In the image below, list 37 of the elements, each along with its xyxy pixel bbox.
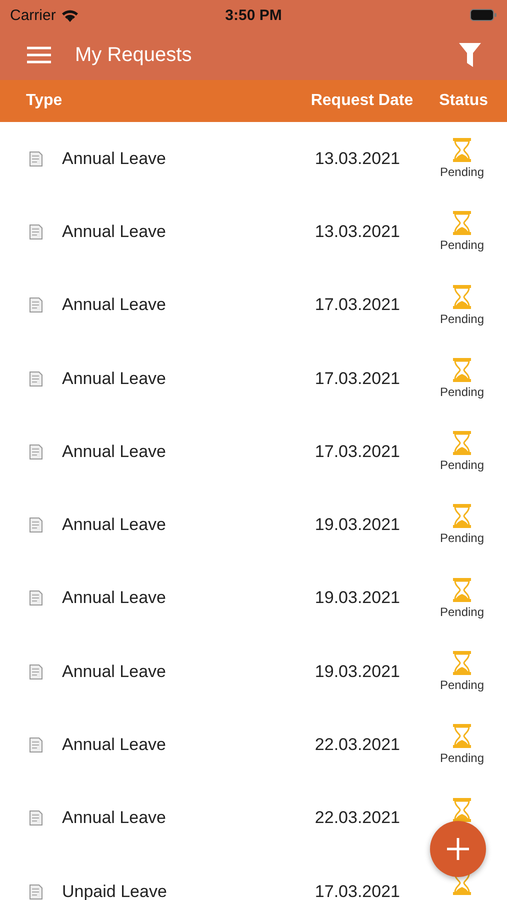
status-label: Pending: [440, 458, 484, 472]
status-label: Pending: [440, 604, 484, 619]
request-date: 17.03.2021: [314, 368, 400, 389]
leave-type: Annual Leave: [62, 368, 167, 389]
request-date: 13.03.2021: [314, 148, 400, 169]
leave-type: Annual Leave: [62, 148, 167, 169]
carrier-label: Carrier: [10, 6, 56, 24]
status-label: Pending: [440, 531, 484, 546]
request-date: 19.03.2021: [314, 662, 400, 682]
status-label: Pending: [440, 678, 484, 692]
request-date: 17.03.2021: [314, 295, 400, 316]
leave-type: Annual Leave: [62, 295, 167, 316]
leave-type: Annual Leave: [62, 588, 167, 608]
status-label: Pending: [440, 165, 484, 179]
leave-type: Annual Leave: [62, 515, 167, 536]
column-header: Type: [26, 92, 64, 110]
leave-type: Annual Leave: [62, 808, 167, 828]
request-date: 19.03.2021: [314, 515, 400, 536]
leave-type: Annual Leave: [62, 442, 167, 462]
request-date: 22.03.2021: [314, 808, 400, 828]
status-label: Pending: [440, 312, 484, 326]
status-label: Pending: [440, 238, 484, 252]
leave-type: Annual Leave: [62, 662, 167, 682]
column-header: Request Date: [310, 92, 414, 110]
leave-type: Annual Leave: [62, 735, 167, 756]
status-label: Pending: [440, 384, 484, 399]
clock-time: 3:50 PM: [225, 6, 282, 24]
page-title: My Requests: [75, 44, 193, 66]
column-header: Status: [439, 92, 488, 110]
request-date: 22.03.2021: [314, 735, 400, 756]
request-date: 13.03.2021: [314, 222, 400, 242]
request-date: 17.03.2021: [314, 882, 400, 900]
request-date: 19.03.2021: [314, 588, 400, 608]
leave-type: Unpaid Leave: [62, 882, 168, 900]
status-label: Pending: [440, 751, 484, 766]
leave-type: Annual Leave: [62, 222, 167, 242]
request-date: 17.03.2021: [314, 442, 400, 462]
